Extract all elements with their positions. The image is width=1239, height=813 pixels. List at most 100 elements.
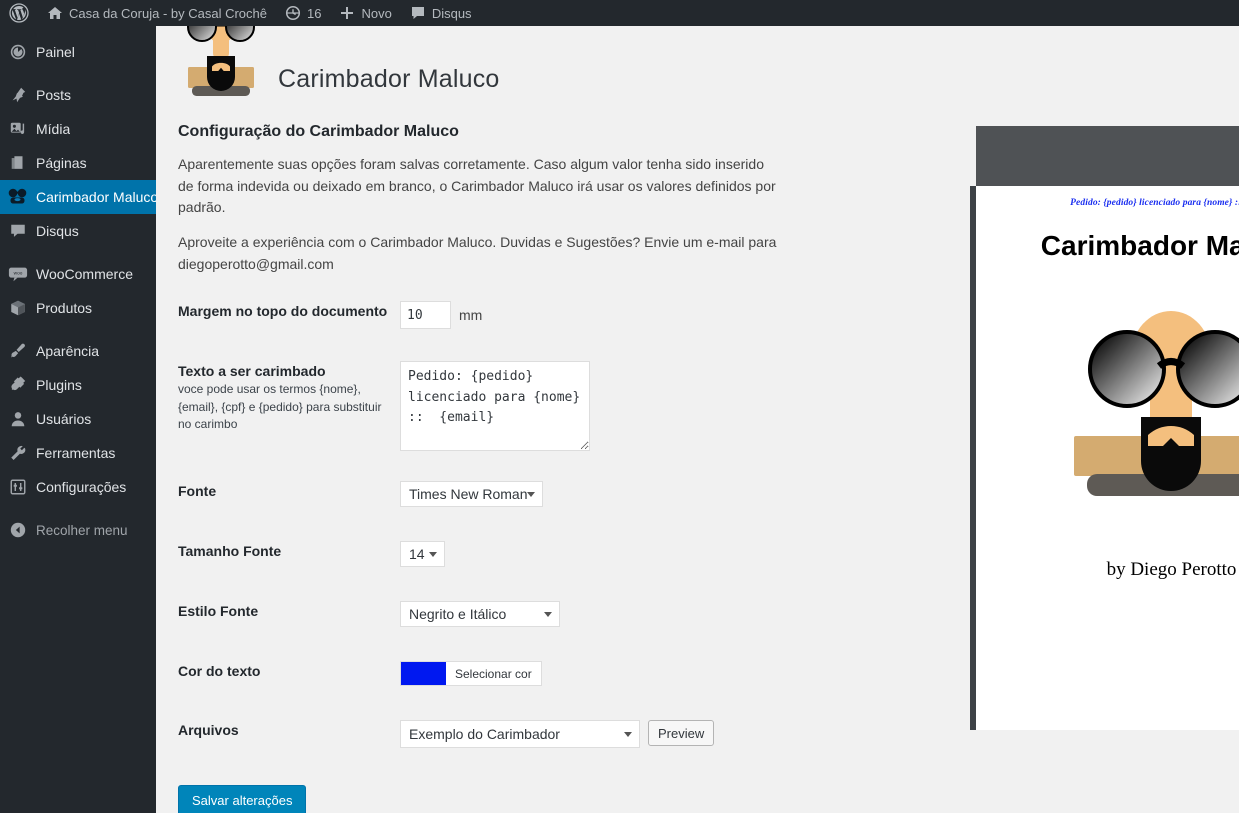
site-name-button[interactable]: Casa da Coruja - by Casal Crochê	[38, 0, 276, 26]
wrench-icon	[0, 444, 36, 462]
plus-icon	[339, 5, 355, 21]
fonte-label: Fonte	[178, 483, 217, 500]
pdf-document-title: Carimbador Maluco	[1040, 230, 1239, 261]
fonte-field: Times New Roman	[400, 481, 543, 508]
pdf-page: Pedido: {pedido} licenciado para {nome} …	[970, 186, 1239, 730]
chevron-down-icon	[544, 612, 552, 618]
sidebar-item-paginas[interactable]: Páginas	[0, 146, 156, 180]
color-swatch	[401, 662, 446, 686]
row-submit: Salvar alterações	[156, 785, 1239, 813]
chevron-down-icon	[429, 552, 437, 558]
sidebar-item-carimbador-maluco[interactable]: Carimbador Maluco	[0, 180, 164, 214]
pages-icon	[0, 154, 36, 172]
save-button[interactable]: Salvar alterações	[178, 785, 307, 813]
updates-button[interactable]: 16	[276, 0, 330, 26]
estilo-label: Estilo Fonte	[178, 603, 259, 620]
plugin-header: Carimbador Maluco	[156, 26, 1239, 102]
cor-field: Selecionar cor	[400, 661, 542, 687]
disqus-label: Disqus	[431, 5, 472, 21]
pdf-author-text: by Diego Perotto	[1106, 559, 1237, 580]
intro-paragraph-1: Aparentemente suas opções foram salvas c…	[178, 156, 776, 216]
sidebar-item-label: Plugins	[36, 377, 82, 393]
box-icon	[0, 299, 36, 317]
comment-icon	[410, 5, 426, 21]
file-select-value: Exemplo do Carimbador	[409, 726, 560, 743]
collapse-menu-button[interactable]: Recolher menu	[0, 513, 156, 547]
dashboard-icon	[0, 43, 36, 61]
color-picker-label: Selecionar cor	[455, 666, 532, 681]
font-family-select[interactable]: Times New Roman	[400, 481, 543, 508]
font-size-select[interactable]: 14	[400, 541, 445, 568]
menu-spacer-2	[0, 248, 156, 257]
margem-field: mm	[400, 301, 483, 330]
texto-field: Pedido: {pedido} licenciado para {nome} …	[400, 361, 590, 452]
plug-icon	[0, 376, 36, 394]
sidebar-item-configuracoes[interactable]: Configurações	[0, 470, 156, 504]
site-name-label: Casa da Coruja - by Casal Crochê	[69, 5, 267, 21]
pdf-mascot-image	[976, 304, 1239, 519]
comment-icon	[0, 222, 36, 240]
font-family-value: Times New Roman	[409, 486, 528, 503]
sidebar-item-label: Produtos	[36, 300, 93, 316]
carimbador-icon	[0, 187, 36, 207]
sidebar-item-label: Aparência	[36, 343, 100, 359]
sidebar-item-ferramentas[interactable]: Ferramentas	[0, 436, 156, 470]
sidebar-item-posts[interactable]: Posts	[0, 78, 156, 112]
sidebar-item-label: Páginas	[36, 155, 87, 171]
sidebar-item-label: Carimbador Maluco	[36, 189, 156, 205]
carimbador-mascot-icon	[1074, 311, 1239, 496]
updates-count: 16	[306, 5, 322, 21]
wp-logo-button[interactable]	[0, 0, 38, 26]
chevron-down-icon	[624, 732, 632, 738]
disqus-button[interactable]: Disqus	[401, 0, 481, 26]
carimbador-logo	[178, 26, 264, 102]
texto-hint: voce pode usar os termos {nome}, {email}…	[178, 382, 382, 432]
media-icon	[0, 120, 36, 138]
menu-spacer-top	[0, 26, 156, 35]
wordpress-logo-icon	[9, 3, 29, 23]
preview-button[interactable]: Preview	[648, 720, 715, 747]
pdf-preview-panel: Pedido: {pedido} licenciado para {nome} …	[970, 126, 1239, 730]
settings-icon	[0, 478, 36, 496]
admin-sidebar: Painel Posts Mídia Páginas Carimbador Ma…	[0, 26, 164, 813]
new-content-button[interactable]: Novo	[330, 0, 400, 26]
sidebar-item-plugins[interactable]: Plugins	[0, 368, 156, 402]
pin-icon	[0, 86, 36, 104]
sidebar-item-label: Disqus	[36, 223, 79, 239]
cor-label: Cor do texto	[178, 663, 261, 680]
sidebar-item-painel[interactable]: Painel	[0, 35, 156, 69]
collapse-menu-label: Recolher menu	[36, 522, 128, 538]
margem-unit: mm	[459, 307, 483, 324]
stamp-text-textarea[interactable]: Pedido: {pedido} licenciado para {nome} …	[400, 361, 590, 452]
sidebar-item-usuarios[interactable]: Usuários	[0, 402, 156, 436]
font-size-value: 14	[409, 546, 425, 563]
pdf-viewer-toolbar	[976, 126, 1239, 186]
texto-label: Texto a ser carimbado voce pode usar os …	[178, 361, 400, 433]
menu-spacer-4	[0, 504, 156, 513]
page-title: Carimbador Maluco	[278, 65, 500, 93]
svg-text:woo: woo	[14, 272, 23, 277]
tamanho-label: Tamanho Fonte	[178, 543, 282, 560]
sidebar-item-label: Configurações	[36, 479, 127, 495]
sidebar-item-disqus[interactable]: Disqus	[0, 214, 156, 248]
font-style-select[interactable]: Negrito e Itálico	[400, 601, 560, 628]
arquivos-label: Arquivos	[178, 722, 239, 739]
margem-input[interactable]	[400, 301, 451, 330]
color-picker-button[interactable]: Selecionar cor	[400, 661, 542, 687]
sidebar-item-woocommerce[interactable]: woo WooCommerce	[0, 257, 156, 291]
sidebar-item-label: Painel	[36, 44, 75, 60]
font-style-value: Negrito e Itálico	[409, 606, 507, 623]
updates-icon	[285, 5, 301, 21]
sidebar-item-label: Usuários	[36, 411, 92, 427]
margem-label: Margem no topo do documento	[178, 303, 388, 320]
file-select[interactable]: Exemplo do Carimbador	[400, 720, 640, 749]
sidebar-item-aparencia[interactable]: Aparência	[0, 334, 156, 368]
brush-icon	[0, 342, 36, 360]
sidebar-item-label: Ferramentas	[36, 445, 116, 461]
estilo-field: Negrito e Itálico	[400, 601, 560, 628]
woocommerce-icon: woo	[0, 265, 36, 283]
new-content-label: Novo	[361, 5, 392, 21]
sidebar-item-produtos[interactable]: Produtos	[0, 291, 156, 325]
chevron-down-icon	[527, 492, 535, 498]
sidebar-item-midia[interactable]: Mídia	[0, 112, 156, 146]
